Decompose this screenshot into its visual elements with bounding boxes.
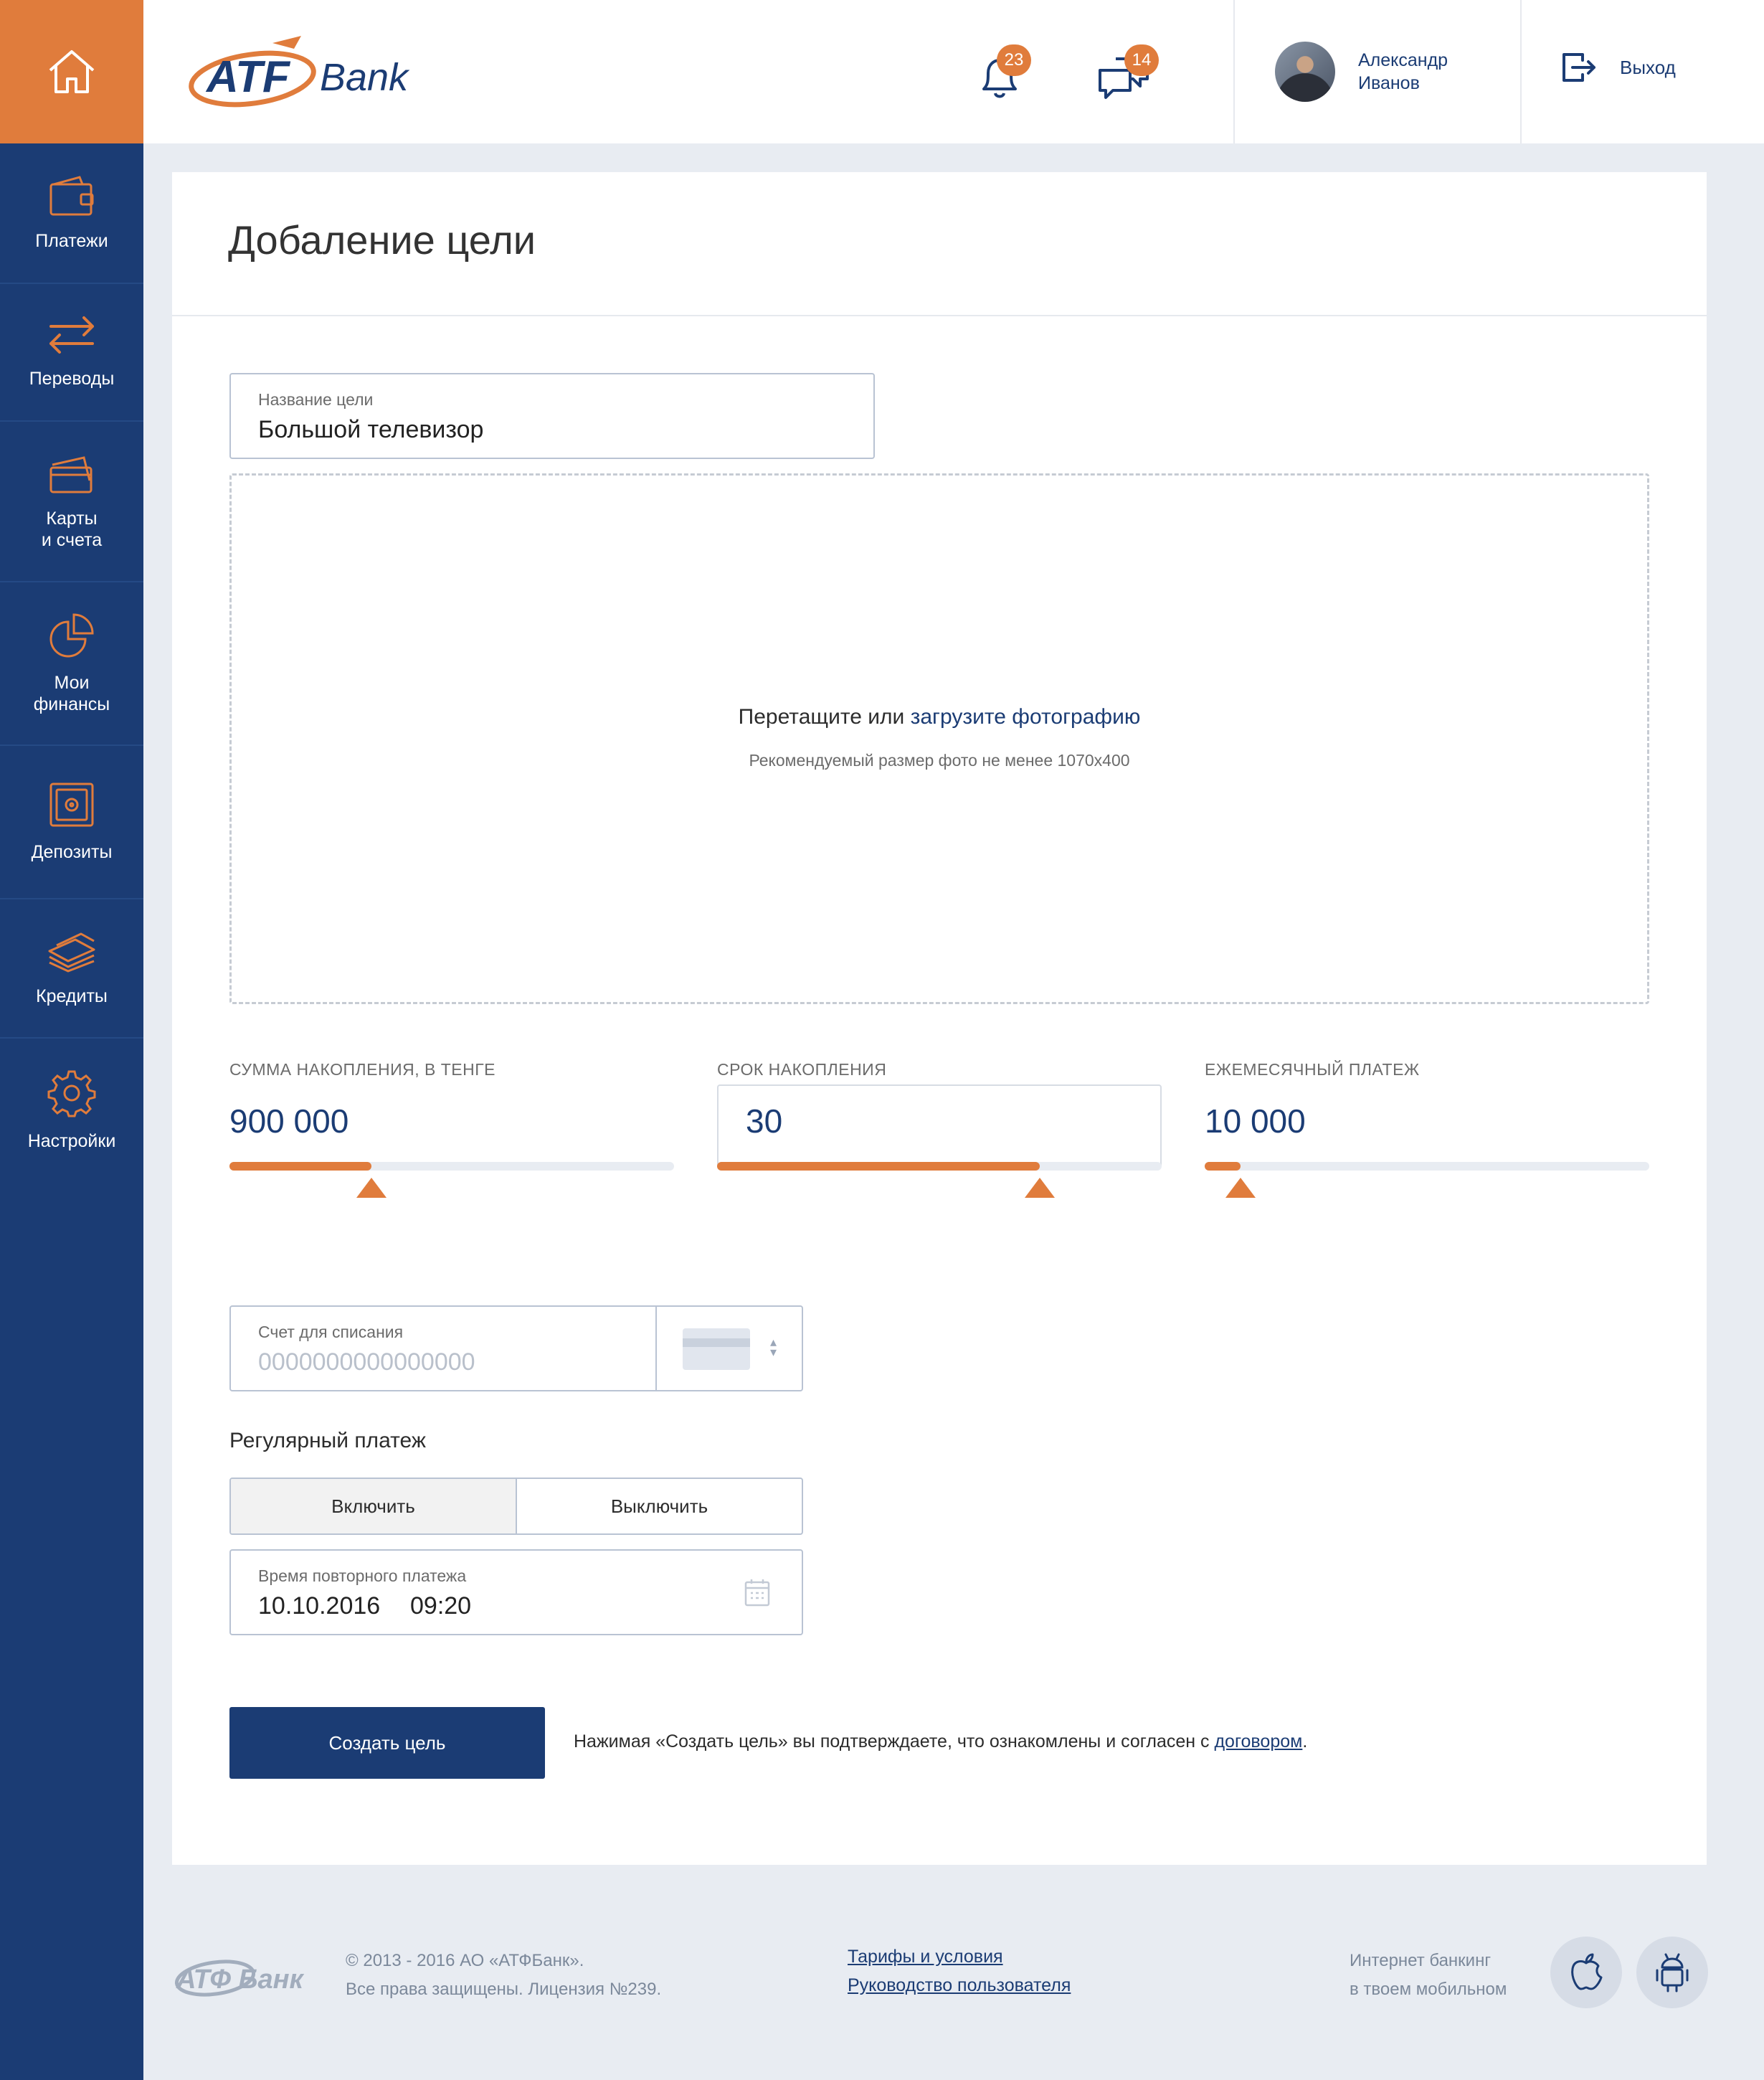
monthly-payment-slider[interactable] — [1205, 1162, 1649, 1198]
logout-label: Выход — [1620, 56, 1676, 78]
calendar-icon[interactable] — [744, 1578, 770, 1607]
notifications-badge: 23 — [997, 44, 1031, 76]
savings-term-input[interactable] — [717, 1084, 1162, 1166]
repeat-time-label: Время повторного платежа — [258, 1566, 467, 1585]
sidebar-item-my-finances[interactable]: Мои финансы — [0, 582, 143, 746]
money-stack-icon — [48, 932, 95, 973]
dropzone-hint: Рекомендуемый размер фото не менее 1070x… — [749, 751, 1130, 770]
goal-name-label: Название цели — [258, 390, 374, 409]
sidebar-item-label: Кредиты — [36, 986, 108, 1006]
sidebar-item-payments[interactable]: Платежи — [0, 143, 143, 284]
app-store-button[interactable] — [1550, 1937, 1622, 2008]
messages-button[interactable]: 14 — [1097, 42, 1162, 106]
messages-badge: 14 — [1124, 44, 1159, 76]
sidebar-item-label: Мои финансы — [33, 673, 110, 714]
agreement-prefix: Нажимая «Создать цель» вы подтверждаете,… — [574, 1731, 1215, 1752]
sidebar-item-settings[interactable]: Настройки — [0, 1039, 143, 1182]
google-play-button[interactable] — [1636, 1937, 1708, 2008]
card-thumbnail — [683, 1328, 750, 1370]
svg-text:АТФ Банк: АТФ Банк — [176, 1965, 305, 1995]
monthly-payment-value[interactable]: 10 000 — [1205, 1102, 1306, 1140]
debit-account-field[interactable]: Счет для списания 0000000000000000 ▴ ▾ — [229, 1305, 803, 1391]
home-icon — [49, 50, 95, 93]
account-selector[interactable]: ▴ ▾ — [655, 1307, 802, 1390]
title-divider — [172, 315, 1707, 316]
sidebar-item-transfers[interactable]: Переводы — [0, 284, 143, 422]
sidebar: Платежи Переводы Карты и счета Мои финан… — [0, 0, 143, 2080]
atf-bank-logo[interactable]: ATF Bank — [186, 30, 416, 113]
user-guide-link[interactable]: Руководство пользователя — [848, 1975, 1071, 1996]
pie-chart-icon — [49, 613, 94, 658]
android-icon — [1656, 1953, 1689, 1992]
select-arrows-icon: ▴ ▾ — [770, 1335, 777, 1359]
slider-fill — [1205, 1162, 1241, 1171]
sidebar-item-deposits[interactable]: Депозиты — [0, 746, 143, 899]
sidebar-item-label: Платежи — [35, 231, 108, 251]
goal-name-field[interactable]: Название цели Большой телевизор — [229, 373, 875, 459]
monthly-payment-label: ЕЖЕМЕСЯЧНЫЙ ПЛАТЕЖ — [1205, 1060, 1420, 1079]
savings-amount-value[interactable]: 900 000 — [229, 1102, 348, 1140]
sidebar-item-credits[interactable]: Кредиты — [0, 899, 143, 1039]
transfer-arrows-icon — [49, 316, 94, 354]
slider-handle[interactable] — [1225, 1178, 1256, 1198]
agreement-text: Нажимая «Создать цель» вы подтверждаете,… — [574, 1731, 1307, 1752]
home-button[interactable] — [0, 0, 143, 143]
notifications-button[interactable]: 23 — [969, 42, 1034, 106]
page-title: Добаление цели — [228, 217, 536, 263]
goal-name-value[interactable]: Большой телевизор — [258, 416, 483, 444]
header-divider — [1233, 0, 1235, 143]
sidebar-item-label: Переводы — [29, 369, 115, 389]
wallet-icon — [49, 176, 94, 216]
footer-logo[interactable]: АТФ Банк — [172, 1949, 316, 2003]
user-name: Александр Иванов — [1358, 50, 1448, 93]
slider-fill — [229, 1162, 372, 1171]
slider-fill — [717, 1162, 1040, 1171]
repeat-date-value[interactable]: 10.10.2016 — [258, 1592, 380, 1620]
svg-text:ATF: ATF — [205, 52, 291, 102]
sidebar-item-label: Карты и счета — [41, 509, 103, 550]
sidebar-item-label: Настройки — [27, 1131, 116, 1151]
logout-icon — [1563, 53, 1595, 82]
dropzone-text: Перетащите или загрузите фотографию — [232, 705, 1647, 729]
debit-account-label: Счет для списания — [258, 1323, 404, 1341]
debit-account-placeholder[interactable]: 0000000000000000 — [258, 1348, 475, 1376]
add-goal-card: Добаление цели Название цели Большой тел… — [172, 172, 1707, 1865]
enable-option[interactable]: Включить — [231, 1479, 517, 1533]
upload-photo-link[interactable]: загрузите фотографию — [911, 705, 1141, 729]
footer-copyright: © 2013 - 2016 АО «АТФБанк». Все права за… — [346, 1951, 662, 1999]
agreement-link[interactable]: договором — [1214, 1731, 1302, 1752]
regular-payment-toggle[interactable]: Включить Выключить — [229, 1478, 803, 1535]
tariffs-link[interactable]: Тарифы и условия — [848, 1947, 1003, 1967]
create-goal-button[interactable]: Создать цель — [229, 1707, 545, 1779]
photo-dropzone[interactable]: Перетащите или загрузите фотографию Реко… — [229, 473, 1649, 1004]
savings-term-slider[interactable] — [717, 1162, 1162, 1198]
savings-term-value[interactable]: 30 — [746, 1102, 782, 1140]
apple-icon — [1571, 1953, 1603, 1990]
regular-payment-title: Регулярный платеж — [229, 1429, 426, 1452]
top-header: ATF Bank 23 14 Александр Иванов Выход — [143, 0, 1764, 143]
savings-amount-label: СУММА НАКОПЛЕНИЯ, В ТЕНГЕ — [229, 1060, 496, 1079]
sidebar-item-cards-accounts[interactable]: Карты и счета — [0, 422, 143, 582]
repeat-time-value[interactable]: 09:20 — [410, 1592, 471, 1620]
agreement-end: . — [1302, 1731, 1308, 1752]
disable-option[interactable]: Выключить — [517, 1479, 802, 1533]
savings-amount-slider[interactable] — [229, 1162, 674, 1198]
mobile-app-text: Интернет банкинг в твоем мобильном — [1350, 1951, 1507, 1999]
logout-button[interactable]: Выход — [1561, 52, 1676, 83]
svg-text:Bank: Bank — [320, 56, 410, 99]
dropzone-prefix: Перетащите или — [738, 705, 911, 729]
safe-icon — [49, 783, 94, 827]
avatar — [1275, 42, 1335, 102]
gear-icon — [47, 1070, 96, 1117]
slider-handle[interactable] — [356, 1178, 387, 1198]
repeat-time-field[interactable]: Время повторного платежа 10.10.2016 09:2… — [229, 1549, 803, 1635]
cards-icon — [49, 456, 93, 493]
savings-term-label: СРОК НАКОПЛЕНИЯ — [717, 1060, 887, 1079]
slider-handle[interactable] — [1024, 1178, 1055, 1198]
user-profile[interactable]: Александр Иванов — [1275, 42, 1448, 102]
header-divider — [1520, 0, 1522, 143]
sidebar-item-label: Депозиты — [31, 842, 113, 862]
